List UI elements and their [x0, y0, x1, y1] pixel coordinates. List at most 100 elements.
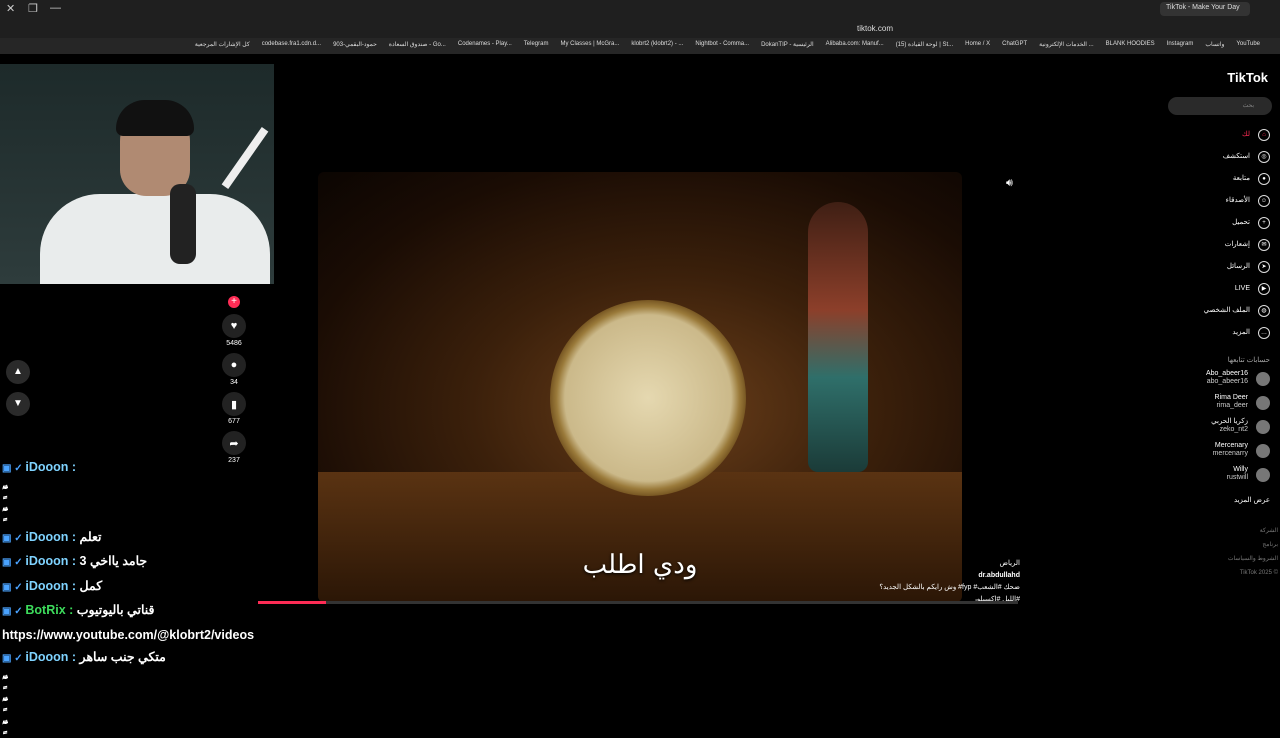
comment-icon[interactable]: ●	[222, 353, 246, 377]
close-icon[interactable]: ✕	[6, 2, 15, 15]
bookmark-item[interactable]: codebase.fra1.cdn.d...	[262, 41, 321, 51]
bookmark-item[interactable]: Telegram	[524, 41, 549, 51]
bookmark-item[interactable]: YouTube	[1236, 41, 1260, 51]
badge-icon: ▣ ✓	[2, 582, 25, 593]
nav-item[interactable]: LIVE▶	[1160, 278, 1270, 300]
nav-item[interactable]: استكشف◎	[1160, 146, 1270, 168]
badge-icon: ▣ ✓	[2, 557, 25, 568]
tiktok-sidebar: TikTok بحث لك⌂استكشف◎متابعة●الأصدقاء☺تحم…	[1160, 64, 1278, 720]
share-icon[interactable]: ➦	[222, 431, 246, 455]
account-name: زكريا الحربي	[1211, 418, 1248, 425]
search-input[interactable]: بحث	[1168, 97, 1272, 115]
nav-label: تحميل	[1232, 219, 1250, 226]
nav-item[interactable]: المزيد…	[1160, 322, 1270, 344]
chat-username: iDooon :	[25, 554, 79, 568]
location-tag: الرياض	[860, 558, 1020, 570]
video-actions: + ♥5486 ●34 ▮677 ➦237	[220, 296, 248, 464]
bookmark-item[interactable]: Alibaba.com: Manuf...	[826, 41, 884, 51]
chat-username: iDooon :	[25, 460, 76, 474]
nav-item[interactable]: لك⌂	[1160, 124, 1270, 146]
chat-message: ▣ ✓ BotRix : قناتي باليوتيوب	[2, 599, 292, 624]
bookmark-item[interactable]: BLANK HOODIES	[1106, 41, 1155, 51]
chat-message: ▣ ✓ iDooon : كمل	[2, 575, 292, 600]
bookmark-item[interactable]: (15) لوحة القيادة | St...	[896, 41, 953, 51]
follow-plus-icon[interactable]: +	[228, 296, 240, 308]
nav-label: الأصدقاء	[1226, 197, 1250, 204]
bookmark-item[interactable]: Home / X	[965, 41, 990, 51]
nav-item[interactable]: تحميل +	[1160, 212, 1270, 234]
chat-text: قناتي باليوتيوب	[77, 603, 155, 617]
bookmark-item[interactable]: الخدمات الإلكترونية ...	[1039, 41, 1094, 51]
minimize-icon[interactable]: —	[50, 2, 61, 14]
nav-item[interactable]: إشعارات ✉	[1160, 234, 1270, 256]
chat-message: ▣ ✓ iDooon :	[2, 456, 292, 481]
followed-account[interactable]: Willyrustwill	[1160, 466, 1270, 490]
nav-label: الملف الشخصي	[1204, 307, 1250, 314]
upload-icon: +	[1258, 217, 1270, 229]
chat-text: تعلم	[80, 530, 102, 544]
video-player[interactable]: ودي اطلب	[318, 172, 962, 602]
followed-account[interactable]: Mercenarymercenarry	[1160, 442, 1270, 466]
restore-icon[interactable]: ❐	[28, 2, 38, 15]
nav-item[interactable]: متابعة●	[1160, 168, 1270, 190]
nav-label: إشعارات	[1225, 241, 1250, 248]
tab-tiktok[interactable]: TikTok - Make Your Day	[1160, 2, 1250, 16]
chat-username: iDooon :	[25, 579, 79, 593]
live-icon: ▶	[1258, 283, 1270, 295]
footer-link[interactable]: الشركة	[1160, 524, 1278, 538]
figurine	[808, 202, 868, 472]
nav-item[interactable]: الرسائل➤	[1160, 256, 1270, 278]
followed-account[interactable]: زكريا الحربيzeko_nt2	[1160, 418, 1270, 442]
tiktok-logo[interactable]: TikTok	[1227, 70, 1268, 85]
chat-message: https://www.youtube.com/@klobrt2/videos	[2, 624, 292, 647]
send-icon: ➤	[1258, 261, 1270, 273]
more-icon: …	[1258, 327, 1270, 339]
chat-message: ▣ ✓ iDooon : متكي جنب ساهر	[2, 646, 292, 671]
followed-account[interactable]: Abo_abeer16abo_abeer16	[1160, 370, 1270, 394]
bookmark-item[interactable]: Codenames - Play...	[458, 41, 512, 51]
previous-video-button[interactable]: ▲	[6, 360, 30, 384]
bookmark-icon[interactable]: ▮	[222, 392, 246, 416]
followed-account[interactable]: Rima Deerrima_deer	[1160, 394, 1270, 418]
compass-icon: ◎	[1258, 151, 1270, 163]
chat-message: ٍّٓٓٓٓٓٓٓٓٓٓٓٓٓٓٓٓٓٓٓٓٓٓٓٓٓٓٓٓٓٓٓٓٓٓٓٓ	[2, 503, 292, 526]
tab-title: TikTok - Make Your Day	[1166, 4, 1240, 11]
footer-link[interactable]: برنامج	[1160, 538, 1278, 552]
author-name[interactable]: dr.abdullahd	[860, 570, 1020, 582]
nav-label: لك	[1242, 131, 1250, 138]
comment-count: 34	[220, 379, 248, 386]
chat-text: https://www.youtube.com/@klobrt2/videos	[2, 628, 254, 642]
like-icon[interactable]: ♥	[222, 314, 246, 338]
account-name: Rima Deer	[1215, 394, 1248, 401]
account-username: rima_deer	[1160, 402, 1248, 410]
address-bar[interactable]: tiktok.com	[370, 20, 930, 36]
bookmarks-bar: YouTube واتساب Instagram BLANK HOODIES الخدم…	[0, 38, 1280, 54]
profile-icon: ◍	[1258, 305, 1270, 317]
bookmark-item[interactable]: صندوق السعادة - Go...	[389, 41, 446, 51]
like-count: 5486	[220, 340, 248, 347]
bookmark-item[interactable]: DokanTIP - الرئيسية	[761, 41, 814, 51]
footer-link[interactable]: الشروط والسياسات	[1160, 552, 1278, 566]
avatar	[1256, 468, 1270, 482]
chat-message: ٍّٓٓٓٓٓٓٓٓٓٓٓٓٓٓٓٓٓٓٓٓٓٓٓٓٓٓٓٓٓٓٓٓٓٓٓٓ	[2, 716, 292, 738]
nav-item[interactable]: الملف الشخصي ◍	[1160, 300, 1270, 322]
bookmark-item[interactable]: واتساب	[1205, 41, 1224, 51]
bookmark-item[interactable]: 903-حمود-البقمي	[333, 41, 377, 51]
chat-message: ▣ ✓ iDooon : تعلم	[2, 526, 292, 551]
bookmark-item[interactable]: كل الإشارات المرجعية	[195, 41, 250, 51]
next-video-button[interactable]: ▼	[6, 392, 30, 416]
webcam-overlay	[0, 64, 274, 284]
nav-item[interactable]: الأصدقاء☺	[1160, 190, 1270, 212]
bookmark-item[interactable]: ChatGPT	[1002, 41, 1027, 51]
show-more-link[interactable]: عرض المزيد	[1160, 496, 1270, 504]
volume-icon[interactable]: 🔊︎	[1006, 177, 1013, 190]
bookmark-item[interactable]: klobrt2 (klobrt2) - ...	[631, 41, 683, 51]
video-progress[interactable]	[258, 601, 1018, 604]
badge-icon: ▣ ✓	[2, 653, 25, 664]
bookmark-item[interactable]: My Classes | McGra...	[560, 41, 619, 51]
inbox-icon: ✉	[1258, 239, 1270, 251]
badge-icon: ▣ ✓	[2, 463, 25, 474]
bookmark-item[interactable]: Nightbot - Comma...	[695, 41, 749, 51]
bookmark-item[interactable]: Instagram	[1167, 41, 1194, 51]
footer-link[interactable]: TikTok 2025 ©	[1160, 566, 1278, 580]
